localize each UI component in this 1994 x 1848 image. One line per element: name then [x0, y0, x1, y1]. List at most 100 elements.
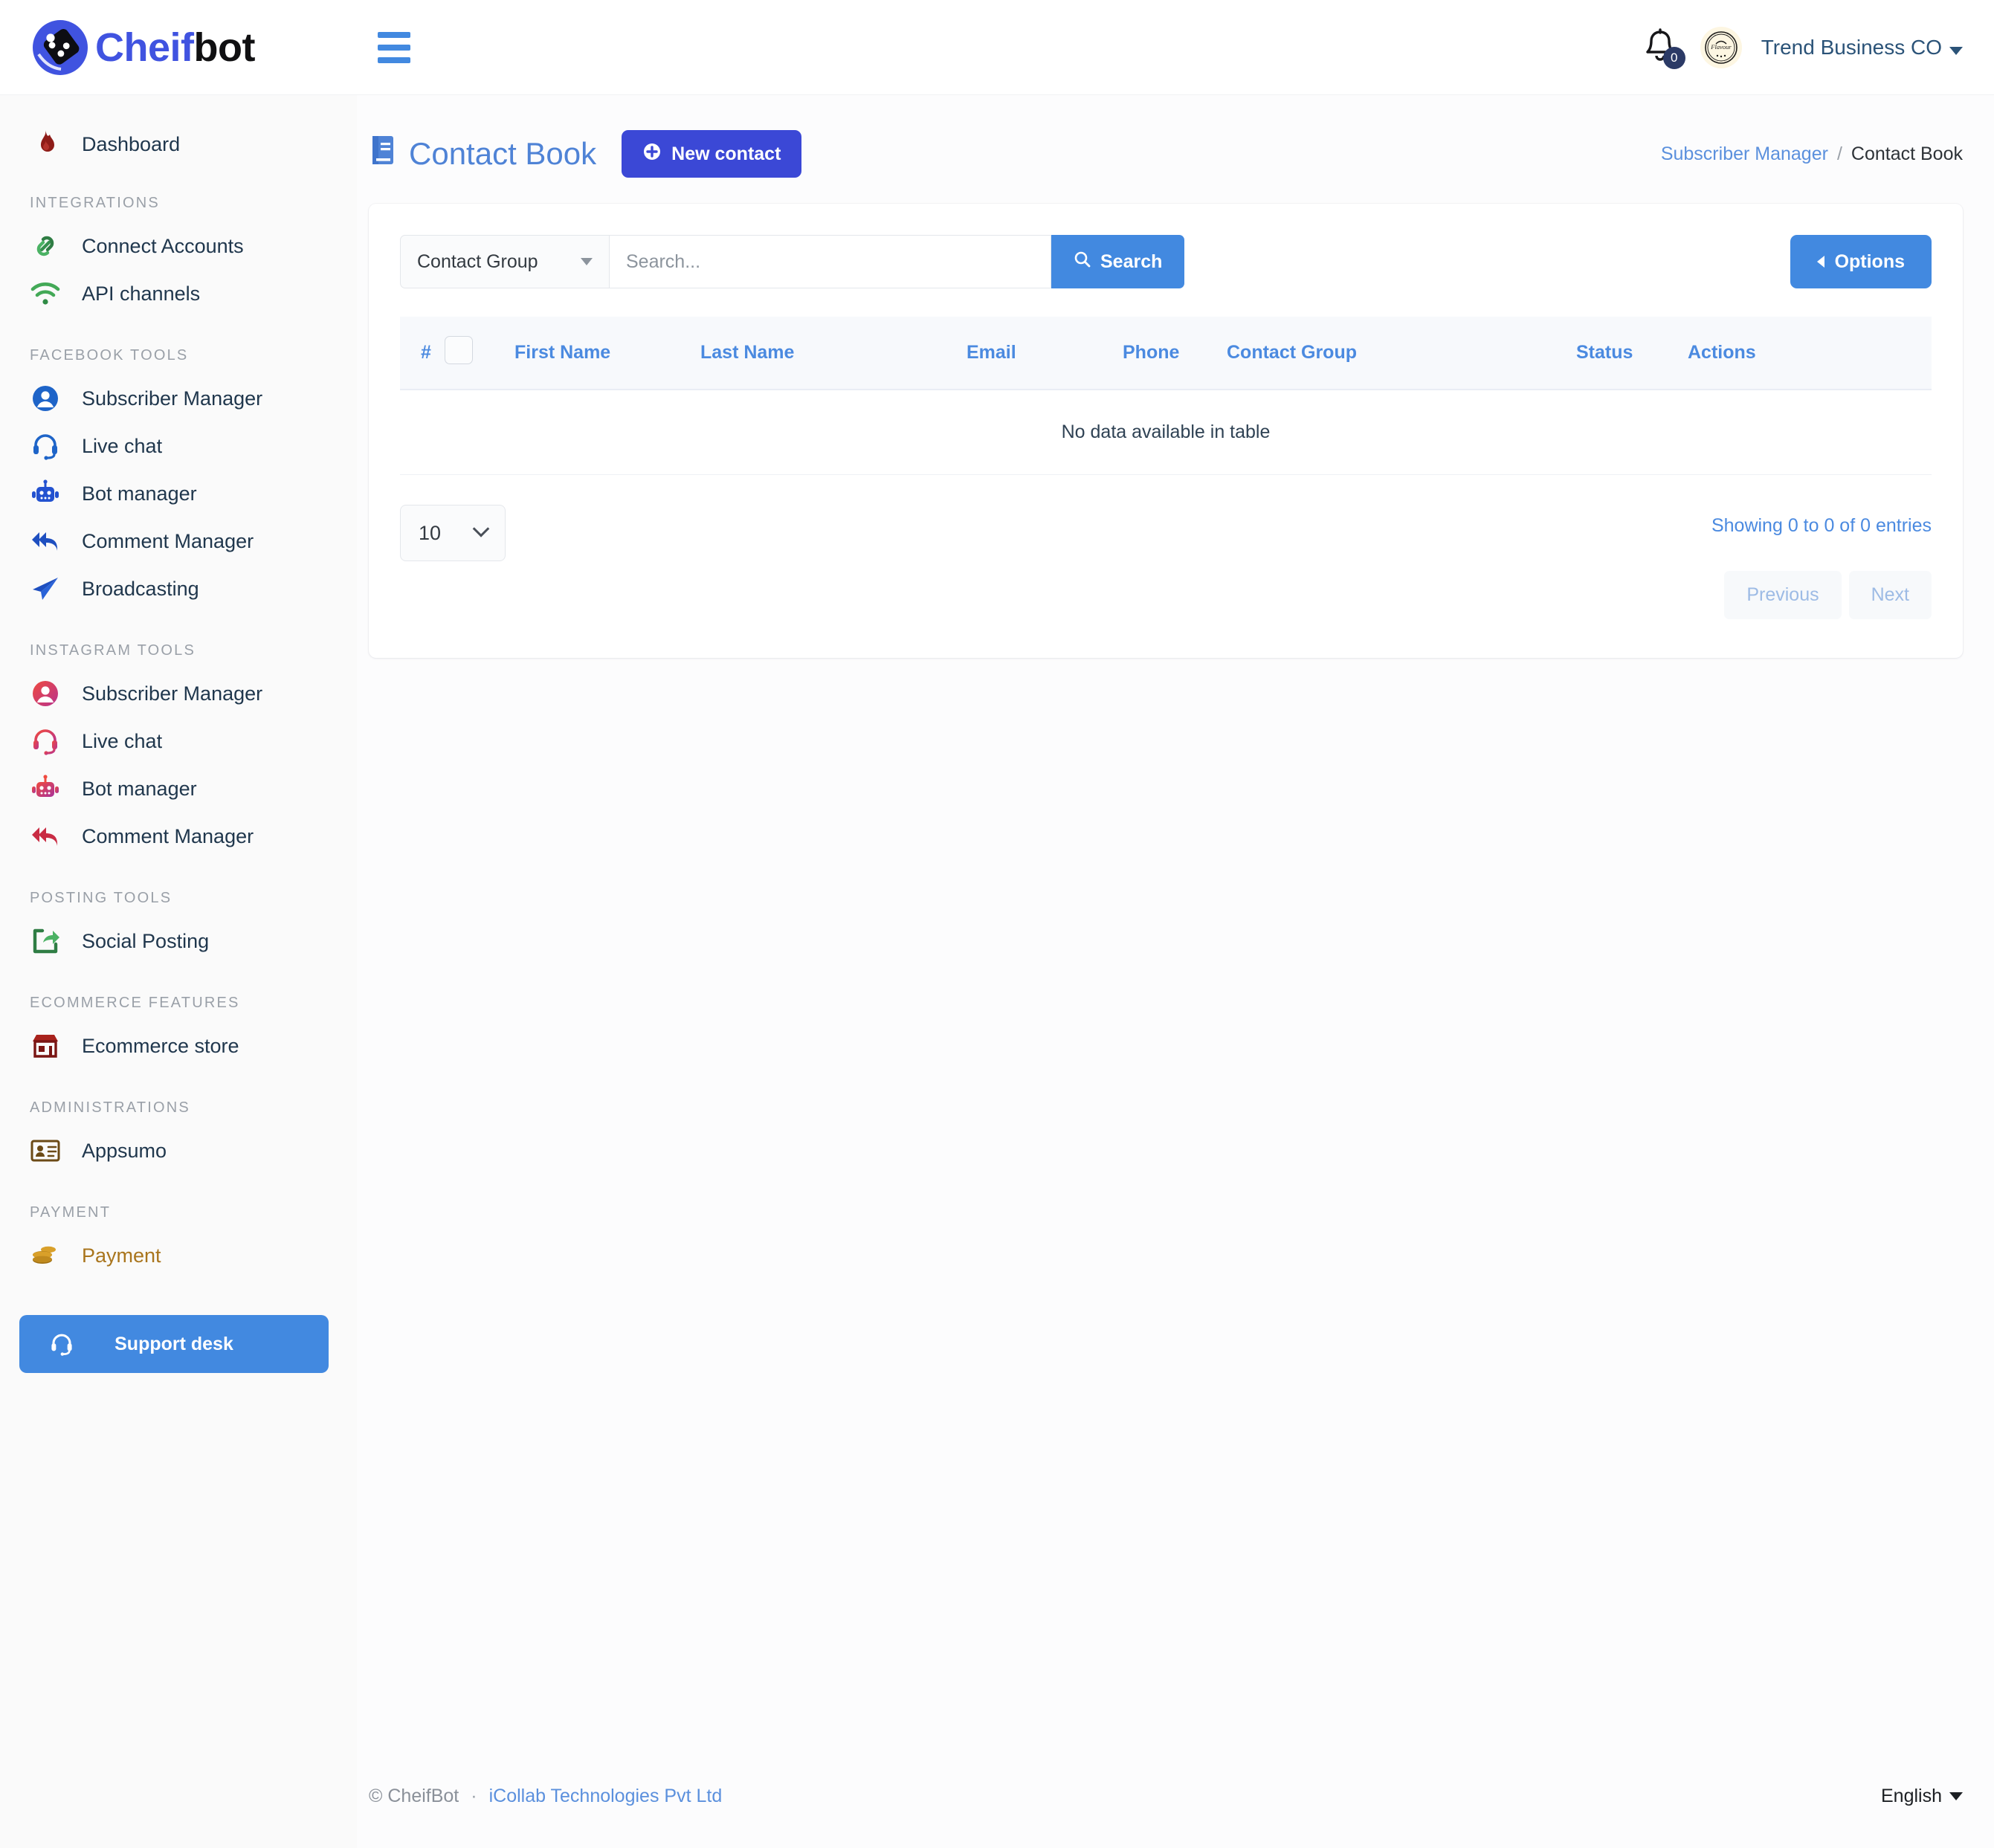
new-contact-button[interactable]: New contact [622, 130, 802, 178]
user-menu[interactable]: Trend Business CO [1761, 36, 1963, 59]
link-chain-icon [28, 229, 62, 263]
sidebar-section-instagram-tools: INSTAGRAM TOOLS [30, 642, 196, 659]
sidebar-item-fb-comment-manager[interactable]: Comment Manager [0, 517, 357, 565]
top-bar-right: 0 Flavour Trend Business CO [1642, 26, 1994, 69]
column-contact-group[interactable]: Contact Group [1227, 317, 1576, 390]
sidebar-item-ig-comment-manager[interactable]: Comment Manager [0, 812, 357, 860]
contact-group-select[interactable]: Contact Group [400, 235, 610, 288]
sidebar-item-label: Connect Accounts [82, 234, 244, 257]
sidebar-item-label: Social Posting [82, 929, 210, 952]
support-desk-label: Support desk [114, 1333, 233, 1354]
page-length-select[interactable]: 10 [400, 505, 506, 561]
table-header-row: # First Name Last Name Email Phone Conta… [400, 317, 1932, 390]
search-icon [1074, 251, 1091, 274]
sidebar-item-label: Dashboard [82, 132, 181, 155]
user-circle-icon [28, 381, 62, 416]
store-icon [28, 1029, 62, 1063]
contact-group-select-value: Contact Group [417, 251, 538, 272]
sidebar-item-label: Appsumo [82, 1139, 167, 1162]
hamburger-bar [378, 44, 410, 51]
plus-circle-icon [642, 142, 662, 167]
sidebar-item-fb-subscriber-manager[interactable]: Subscriber Manager [0, 375, 357, 422]
language-selector[interactable]: English [1881, 1786, 1963, 1807]
sidebar-item-api-channels[interactable]: API channels [0, 270, 357, 317]
sidebar-item-ig-live-chat[interactable]: Live chat [0, 717, 357, 765]
sidebar-item-label: Broadcasting [82, 577, 199, 600]
sidebar-item-broadcasting[interactable]: Broadcasting [0, 565, 357, 613]
column-index[interactable]: # [400, 317, 445, 390]
sidebar-item-label: Live chat [82, 729, 163, 752]
breadcrumb-parent-link[interactable]: Subscriber Manager [1661, 143, 1828, 164]
notification-count-badge: 0 [1662, 46, 1685, 69]
next-page-button[interactable]: Next [1848, 571, 1932, 619]
cheifbot-logo-icon [28, 16, 92, 80]
page-footer: © CheifBot · iCollab Technologies Pvt Lt… [357, 1744, 1994, 1848]
contacts-table-body: No data available in table [400, 390, 1932, 475]
column-phone[interactable]: Phone [1123, 317, 1227, 390]
chevron-down-icon [1949, 1792, 1963, 1801]
column-first-name[interactable]: First Name [514, 317, 700, 390]
pagination-controls: Previous Next [1711, 571, 1932, 619]
headset-icon [49, 1331, 74, 1357]
sidebar-item-label: Ecommerce store [82, 1034, 239, 1057]
sidebar-item-label: Bot manager [82, 777, 197, 800]
page-title: Contact Book [369, 134, 596, 174]
search-input-group: Contact Group Search [400, 235, 1185, 288]
headset-icon [28, 429, 62, 463]
previous-page-button[interactable]: Previous [1724, 571, 1842, 619]
column-last-name[interactable]: Last Name [700, 317, 967, 390]
sidebar-item-ig-bot-manager[interactable]: Bot manager [0, 765, 357, 812]
sidebar-item-label: Subscriber Manager [82, 387, 263, 410]
page-title-text: Contact Book [409, 136, 597, 171]
book-icon [369, 134, 397, 174]
sidebar-item-label: Payment [82, 1244, 161, 1267]
sidebar-item-ig-subscriber-manager[interactable]: Subscriber Manager [0, 670, 357, 717]
sidebar-item-fb-live-chat[interactable]: Live chat [0, 422, 357, 470]
new-contact-label: New contact [671, 143, 781, 164]
breadcrumb-current: Contact Book [1851, 143, 1963, 164]
brand-name-part2: bot [193, 25, 256, 70]
caret-left-icon [1816, 256, 1824, 268]
sidebar-item-ecommerce-store[interactable]: Ecommerce store [0, 1022, 357, 1070]
sidebar-item-social-posting[interactable]: Social Posting [0, 917, 357, 965]
column-email[interactable]: Email [967, 317, 1123, 390]
paper-plane-icon [28, 572, 62, 606]
table-footer-right: Showing 0 to 0 of 0 entries Previous Nex… [1711, 505, 1932, 619]
sidebar-item-dashboard[interactable]: Dashboard [0, 120, 357, 168]
select-all-checkbox[interactable] [445, 336, 473, 364]
search-button[interactable]: Search [1051, 235, 1185, 288]
options-button-label: Options [1834, 251, 1905, 272]
flavour-brand-avatar: Flavour [1703, 30, 1738, 65]
options-button[interactable]: Options [1790, 235, 1932, 288]
flame-icon [28, 127, 62, 161]
sidebar-item-label: Subscriber Manager [82, 682, 263, 705]
avatar[interactable]: Flavour [1700, 26, 1742, 68]
search-input[interactable] [610, 235, 1051, 288]
sidebar-item-fb-bot-manager[interactable]: Bot manager [0, 470, 357, 517]
filter-row: Contact Group Search Options [400, 235, 1932, 288]
footer-company-link[interactable]: iCollab Technologies Pvt Ltd [489, 1786, 723, 1807]
sidebar-item-payment[interactable]: Payment [0, 1232, 357, 1279]
notifications-button[interactable]: 0 [1642, 28, 1685, 69]
svg-text:Flavour: Flavour [1710, 43, 1732, 51]
footer-separator: · [471, 1785, 477, 1806]
sidebar-item-connect-accounts[interactable]: Connect Accounts [0, 222, 357, 270]
language-label: English [1881, 1785, 1942, 1806]
sidebar-item-label: API channels [82, 282, 201, 305]
sidebar-item-label: Comment Manager [82, 824, 254, 847]
page-length-value: 10 [419, 521, 442, 544]
sidebar-item-label: Comment Manager [82, 529, 254, 552]
column-actions[interactable]: Actions [1688, 317, 1932, 390]
support-desk-button[interactable]: Support desk [19, 1315, 329, 1373]
sidebar-section-integrations: INTEGRATIONS [30, 195, 160, 211]
column-status[interactable]: Status [1576, 317, 1688, 390]
hamburger-menu-icon[interactable] [373, 25, 415, 71]
footer-copyright: © CheifBot [369, 1785, 459, 1806]
breadcrumb-separator: / [1836, 143, 1842, 164]
sidebar-item-appsumo[interactable]: Appsumo [0, 1127, 357, 1175]
wifi-icon [28, 277, 62, 311]
brand-logo-link[interactable]: Cheifbot [0, 16, 357, 80]
share-square-icon [28, 924, 62, 958]
sidebar-section-facebook-tools: FACEBOOK TOOLS [30, 347, 189, 364]
main-content: Contact Book New contact Subscriber Mana… [357, 95, 1994, 1848]
